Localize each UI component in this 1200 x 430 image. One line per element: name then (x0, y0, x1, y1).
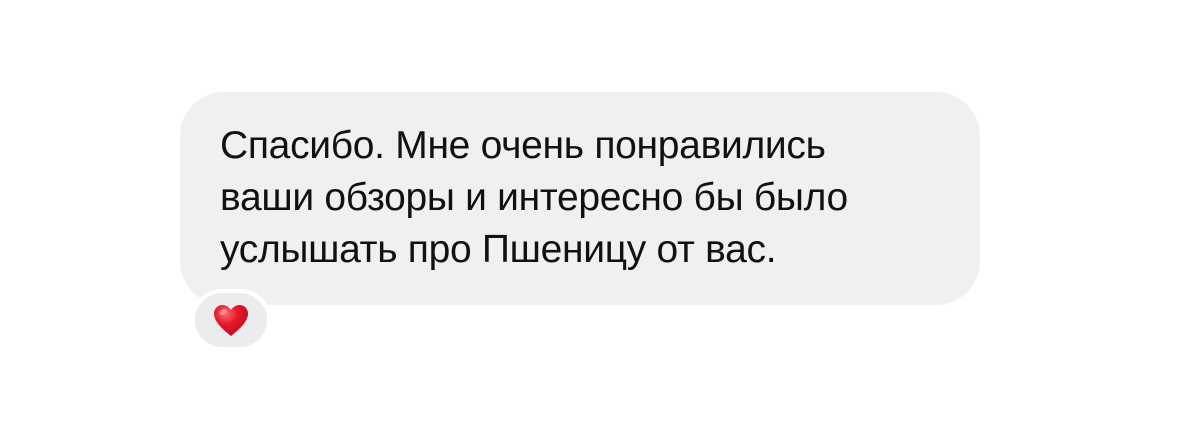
message-text: Спасибо. Мне очень понравились ваши обзо… (220, 124, 848, 271)
message-bubble[interactable]: Спасибо. Мне очень понравились ваши обзо… (180, 92, 980, 305)
reaction-badge[interactable] (191, 289, 271, 351)
heart-icon (214, 304, 248, 336)
